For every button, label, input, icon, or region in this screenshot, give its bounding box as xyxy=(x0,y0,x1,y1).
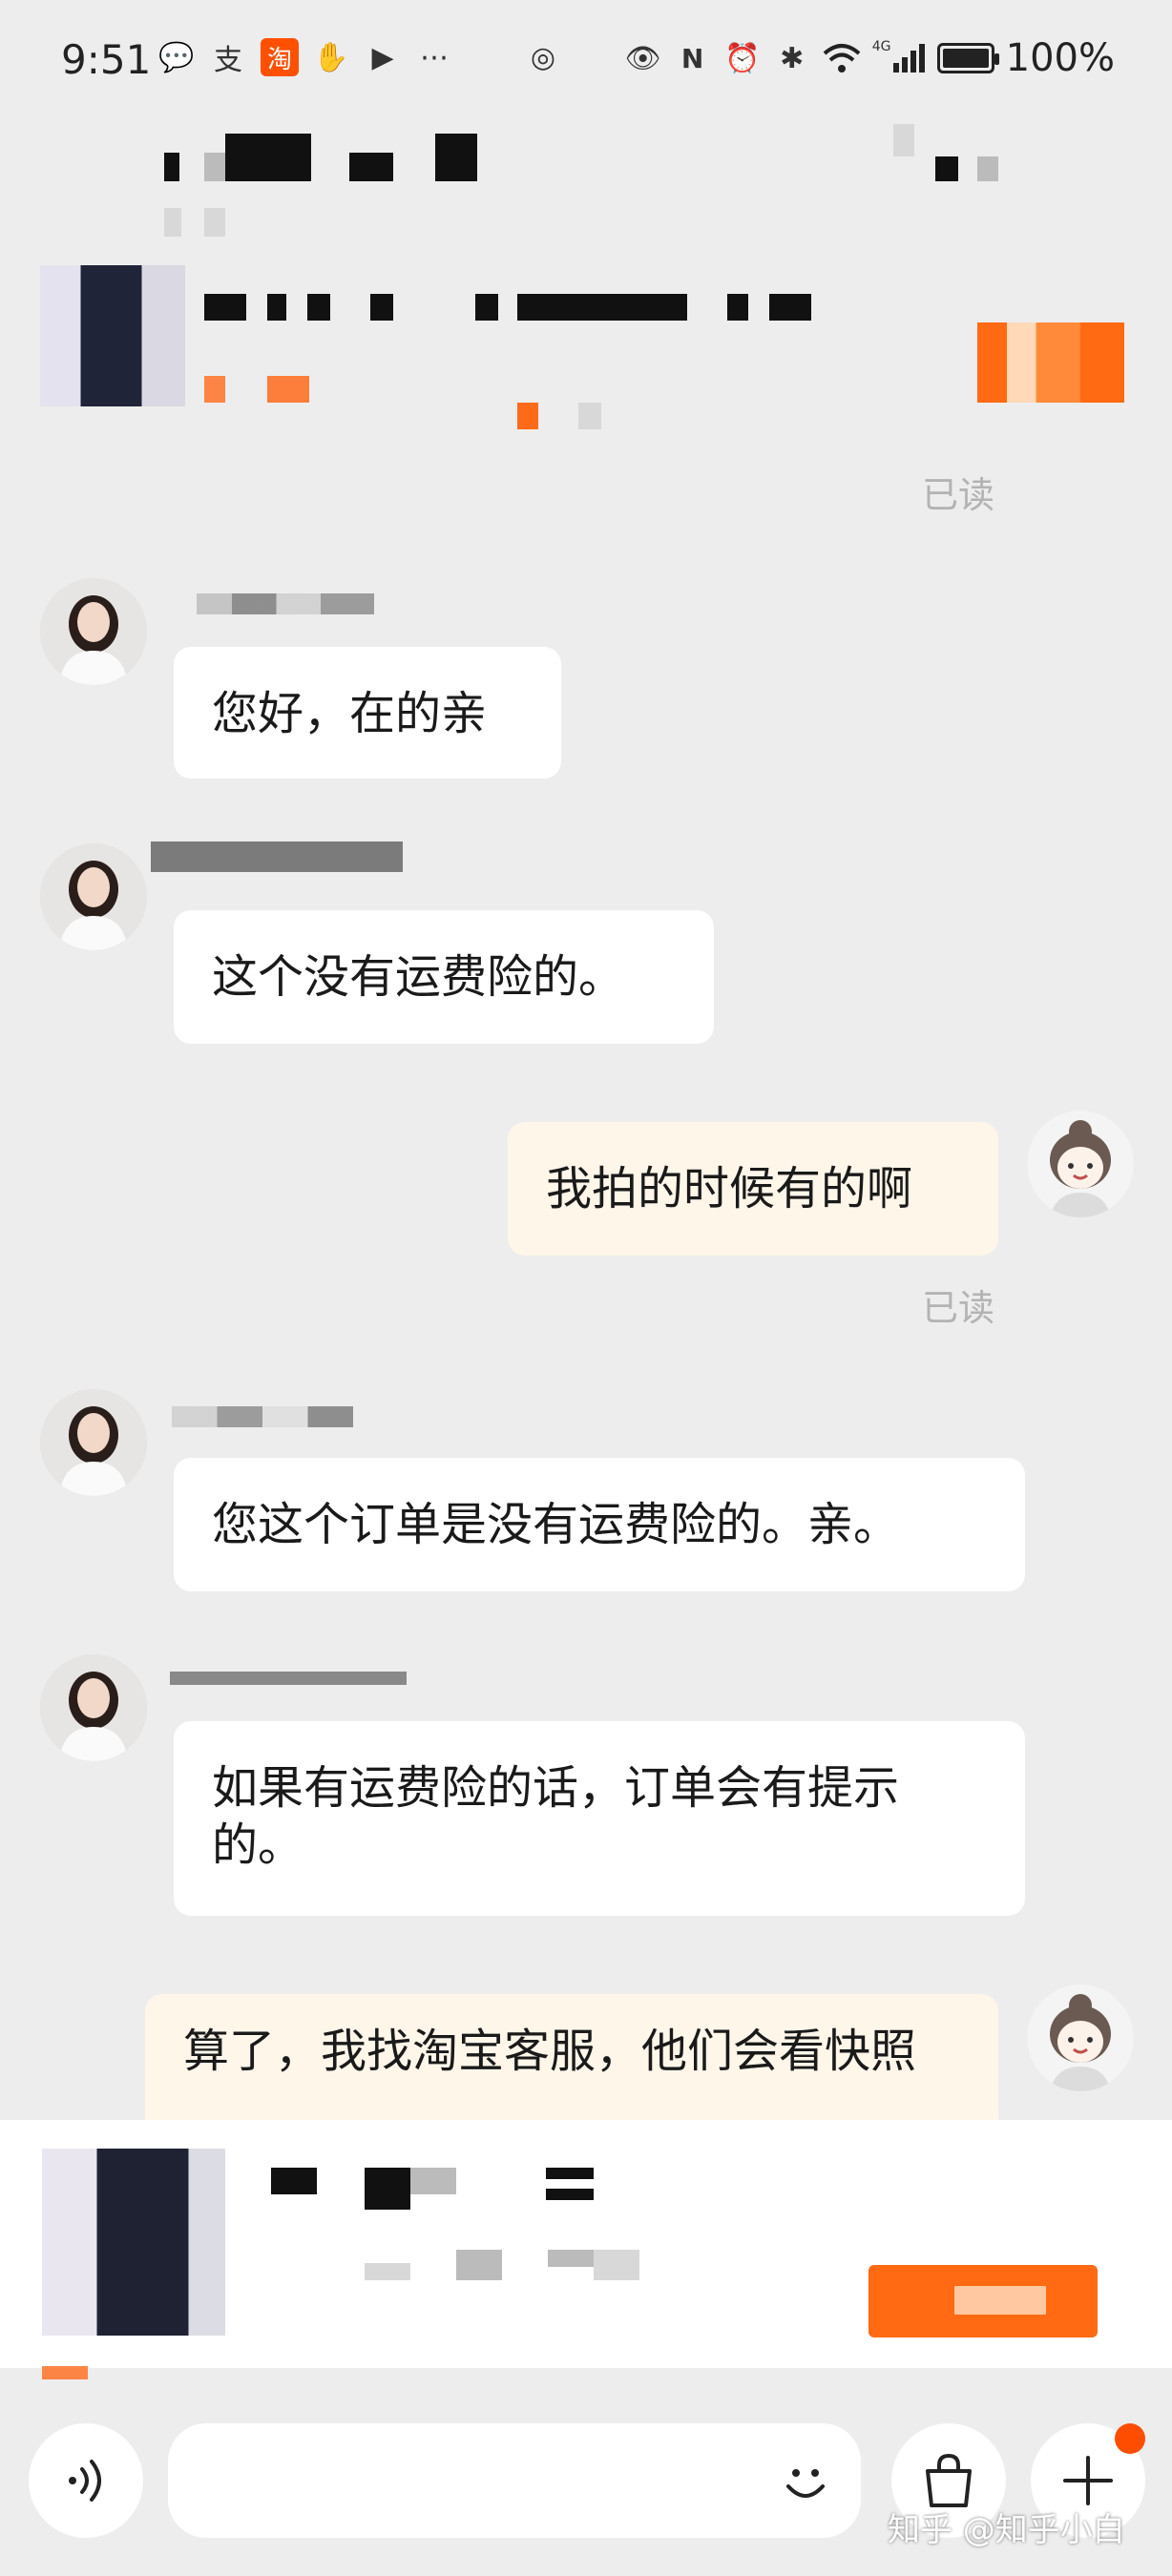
hand-icon: ✋ xyxy=(313,40,349,74)
battery-icon xyxy=(936,43,999,73)
product-thumbnail-redacted xyxy=(40,265,185,406)
signal-icon: 4G xyxy=(872,39,926,77)
sender-name-redacted xyxy=(197,593,374,614)
agent-avatar[interactable] xyxy=(40,1654,147,1761)
battery-percent: 100% xyxy=(1005,36,1115,80)
emoji-icon[interactable] xyxy=(775,2450,836,2511)
sender-name-redacted xyxy=(172,1406,353,1427)
alipay-icon: 支 xyxy=(214,44,242,77)
agent-avatar[interactable] xyxy=(40,843,147,950)
agent-avatar[interactable] xyxy=(40,1389,147,1496)
product-action-button-redacted[interactable] xyxy=(869,2265,1098,2337)
app-icon: ◎ xyxy=(530,40,556,74)
message-bubble[interactable]: 您好，在的亲 xyxy=(174,647,561,779)
message-bubble[interactable]: 您这个订单是没有运费险的。亲。 xyxy=(174,1458,1025,1591)
product-thumbnail-redacted xyxy=(42,2149,225,2336)
eye-icon: 👁 xyxy=(624,41,661,75)
order-action-button-redacted[interactable] xyxy=(977,322,1124,403)
nfc-icon: N xyxy=(680,42,704,74)
my-avatar[interactable] xyxy=(1027,1111,1134,1217)
notification-dot xyxy=(1115,2423,1145,2454)
my-avatar[interactable] xyxy=(1027,1984,1134,2091)
my-message-bubble[interactable]: 我拍的时候有的啊 xyxy=(508,1122,998,1256)
voice-icon xyxy=(69,2460,101,2502)
sender-name-redacted xyxy=(151,841,403,872)
bluetooth-icon: ✱ xyxy=(780,41,805,75)
message-bubble[interactable]: 如果有运费险的话，订单会有提示的。 xyxy=(174,1721,1025,1916)
message-text: 这个没有运费险的。 xyxy=(212,950,625,1004)
message-input[interactable] xyxy=(168,2423,861,2538)
message-bubble-icon: 💬 xyxy=(158,40,195,74)
sender-name-redacted xyxy=(170,1672,407,1685)
message-text: 您好，在的亲 xyxy=(212,687,488,740)
battery-level xyxy=(942,49,989,68)
taobao-icon: 淘 xyxy=(261,38,299,76)
message-text: 我拍的时候有的啊 xyxy=(546,1162,913,1215)
read-receipt: 已读 xyxy=(922,474,995,516)
plus-icon xyxy=(1063,2456,1113,2505)
read-receipt: 已读 xyxy=(922,1287,995,1329)
status-bar: 9:51 💬 支 淘 ✋ ▶ ⋯ ◎ 👁 N ⏰ ✱ 4G 100% xyxy=(0,0,1172,124)
notification-icons: 💬 支 淘 ✋ ▶ ⋯ ◎ xyxy=(157,38,562,77)
message-text: 您这个订单是没有运费险的。亲。 xyxy=(212,1498,900,1551)
status-time: 9:51 xyxy=(61,36,152,83)
message-text: 如果有运费险的话，订单会有提示的。 xyxy=(212,1761,900,1872)
message-text: 算了，我找淘宝客服，他们会看快照 xyxy=(183,2025,917,2078)
alarm-icon: ⏰ xyxy=(723,41,761,75)
play-icon: ▶ xyxy=(371,40,394,74)
network-type: 4G xyxy=(871,39,891,54)
wifi-icon xyxy=(823,39,861,77)
voice-button[interactable] xyxy=(29,2423,143,2538)
agent-avatar[interactable] xyxy=(40,578,147,685)
system-icons: 👁 N ⏰ ✱ 4G 100% xyxy=(624,36,1115,80)
shopping-bag-icon xyxy=(926,2453,972,2507)
message-bubble[interactable]: 这个没有运费险的。 xyxy=(174,910,714,1044)
product-card-redacted[interactable] xyxy=(0,2120,1172,2379)
watermark: 知乎 @知乎小白 xyxy=(888,2511,1125,2549)
more-dots-icon: ⋯ xyxy=(420,40,449,74)
